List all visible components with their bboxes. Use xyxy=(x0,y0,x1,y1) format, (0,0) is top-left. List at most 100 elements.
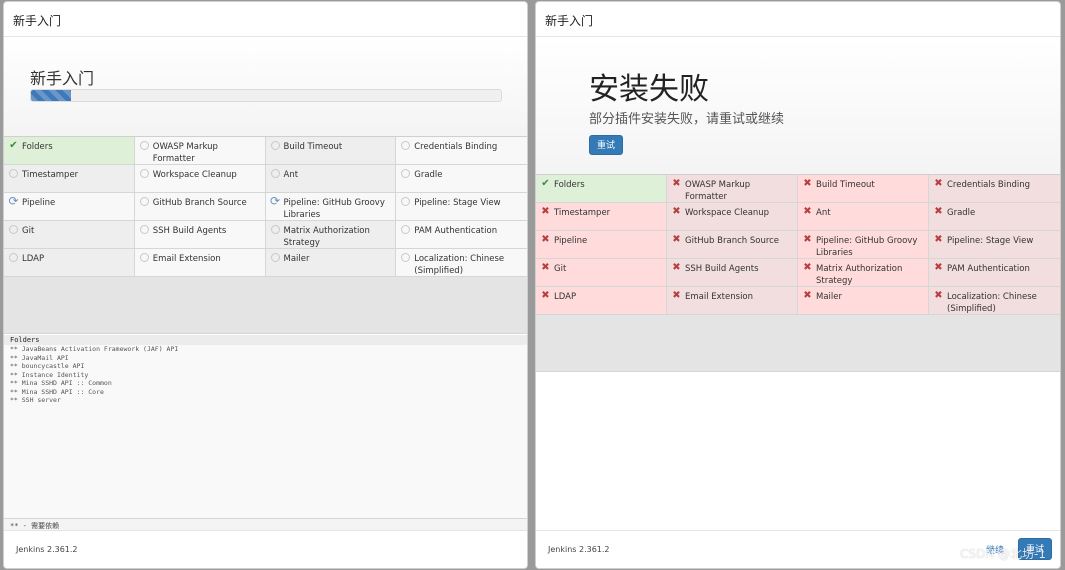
circle-icon xyxy=(9,253,18,262)
plugin-cell: Credentials Binding xyxy=(396,137,527,165)
cross-icon: ✖ xyxy=(803,234,812,245)
log-line: ** Mina SSHD API :: Core xyxy=(10,387,104,396)
plugin-cell: ✖ Credentials Binding xyxy=(929,175,1060,203)
install-log: Folders ** JavaBeans Activation Framewor… xyxy=(4,335,527,519)
plugin-cell: Matrix Authorization Strategy xyxy=(265,221,397,249)
grid-spacer xyxy=(536,315,1060,372)
log-line: ** bouncycastle API xyxy=(10,362,85,370)
plugin-cell: Gradle xyxy=(396,165,527,193)
plugin-name: Gradle xyxy=(414,170,443,180)
plugin-cell: ✖ Mailer xyxy=(798,287,929,315)
plugin-cell: SSH Build Agents xyxy=(134,221,266,249)
plugin-cell: ✖ Timestamper xyxy=(536,203,667,231)
circle-icon xyxy=(139,141,149,150)
plugin-name: Credentials Binding xyxy=(947,180,1030,190)
plugin-cell: ✖ Matrix Authorization Strategy xyxy=(798,259,929,287)
circle-icon xyxy=(401,169,411,178)
plugin-cell: Ant xyxy=(265,165,397,193)
jenkins-version: Jenkins 2.361.2 xyxy=(548,545,610,554)
plugin-cell: ✖ Build Timeout xyxy=(798,175,929,203)
plugin-cell: ✖ Pipeline xyxy=(536,231,667,259)
plugin-name: Ant xyxy=(283,170,299,180)
plugin-cell: Build Timeout xyxy=(265,137,397,165)
circle-icon xyxy=(270,253,280,262)
plugin-name: Timestamper xyxy=(554,208,611,218)
plugin-name: Matrix Authorization Strategy xyxy=(283,226,370,248)
plugin-cell: ✖ GitHub Branch Source xyxy=(667,231,798,259)
plugin-cell: ✖ SSH Build Agents xyxy=(667,259,798,287)
cross-icon: ✖ xyxy=(672,206,681,217)
plugin-name: Credentials Binding xyxy=(414,142,498,152)
circle-icon xyxy=(270,169,280,178)
log-current-plugin: Folders xyxy=(4,335,527,345)
plugin-cell: ✖ LDAP xyxy=(536,287,667,315)
plugin-name: SSH Build Agents xyxy=(152,226,227,236)
plugin-name: GitHub Branch Source xyxy=(152,198,247,208)
csdn-watermark: CSDN @北坊-1 xyxy=(960,547,1046,561)
cross-icon: ✖ xyxy=(541,262,550,273)
plugin-name: PAM Authentication xyxy=(414,226,498,236)
plugin-name: Git xyxy=(554,264,567,274)
log-line: ** JavaBeans Activation Framework (JAF) … xyxy=(10,345,179,353)
plugin-cell: ⟳ Pipeline: GitHub Groovy Libraries xyxy=(265,193,397,221)
retry-button[interactable]: 重试 xyxy=(589,135,624,155)
plugin-cell: ✖ Pipeline: GitHub Groovy Libraries xyxy=(798,231,929,259)
plugin-name: PAM Authentication xyxy=(947,264,1030,274)
log-line: ** JavaMail API xyxy=(10,353,69,362)
cross-icon: ✖ xyxy=(803,178,812,189)
log-line: ** Instance Identity xyxy=(10,370,89,379)
grid-spacer xyxy=(4,277,527,334)
plugin-name: Mailer xyxy=(283,254,310,264)
plugin-cell: Workspace Cleanup xyxy=(134,165,266,193)
dialog-footer: Jenkins 2.361.2 xyxy=(4,530,527,568)
plugin-name: OWASP Markup Formatter xyxy=(685,180,751,202)
circle-icon xyxy=(401,141,411,150)
plugin-name: Workspace Cleanup xyxy=(152,170,237,180)
page-title: 新手入门 xyxy=(30,69,95,88)
plugin-name: SSH Build Agents xyxy=(685,264,759,274)
circle-icon xyxy=(270,141,280,150)
plugin-cell: LDAP xyxy=(4,249,135,277)
plugin-name: Gradle xyxy=(947,208,976,218)
plugin-name: Localization: Chinese (Simplified) xyxy=(414,254,505,276)
circle-icon xyxy=(401,253,411,262)
circle-icon xyxy=(9,225,18,234)
plugin-name: LDAP xyxy=(554,292,577,302)
plugin-name: LDAP xyxy=(22,254,45,264)
plugin-cell: Timestamper xyxy=(4,165,135,193)
plugin-name: Folders xyxy=(22,142,53,152)
plugin-cell: Git xyxy=(4,221,135,249)
cross-icon: ✖ xyxy=(803,262,812,273)
plugin-grid: ✔ Folders ✖ OWASP Markup Formatter ✖ Build Ti… xyxy=(536,174,1060,315)
circle-icon xyxy=(139,253,149,262)
circle-icon xyxy=(139,225,149,234)
plugin-grid: ✔ Folders OWASP Markup Formatter Build Time… xyxy=(4,136,527,277)
install-progress-dialog: 新手入门 新手入门 ✔ Folders OWASP Markup Formatter… xyxy=(3,1,528,569)
plugin-cell: ✖ Gradle xyxy=(929,203,1060,231)
plugin-name: Pipeline: GitHub Groovy Libraries xyxy=(283,198,385,220)
cross-icon: ✖ xyxy=(934,290,943,301)
circle-icon xyxy=(401,225,411,234)
refresh-icon: ⟳ xyxy=(269,194,281,208)
plugin-cell: ✖ Ant xyxy=(798,203,929,231)
circle-icon xyxy=(401,197,411,206)
cross-icon: ✖ xyxy=(672,178,681,189)
plugin-name: Email Extension xyxy=(685,292,754,302)
plugin-cell: ✖ Workspace Cleanup xyxy=(667,203,798,231)
plugin-name: Workspace Cleanup xyxy=(685,208,770,218)
plugin-cell: OWASP Markup Formatter xyxy=(134,137,266,165)
circle-icon xyxy=(139,197,149,206)
progress-fill xyxy=(31,90,71,101)
plugin-name: Pipeline xyxy=(554,236,588,246)
plugin-name: Timestamper xyxy=(22,170,79,180)
plugin-cell: ✖ OWASP Markup Formatter xyxy=(667,175,798,203)
plugin-cell: ✖ Git xyxy=(536,259,667,287)
cross-icon: ✖ xyxy=(934,178,943,189)
plugin-name: Pipeline: GitHub Groovy Libraries xyxy=(816,236,918,258)
log-lines: ** JavaBeans Activation Framework (JAF) … xyxy=(4,345,527,405)
plugin-name: Mailer xyxy=(816,292,842,302)
plugin-cell: ✖ Pipeline: Stage View xyxy=(929,231,1060,259)
cross-icon: ✖ xyxy=(541,290,550,301)
cross-icon: ✖ xyxy=(672,290,681,301)
circle-icon xyxy=(139,169,149,178)
